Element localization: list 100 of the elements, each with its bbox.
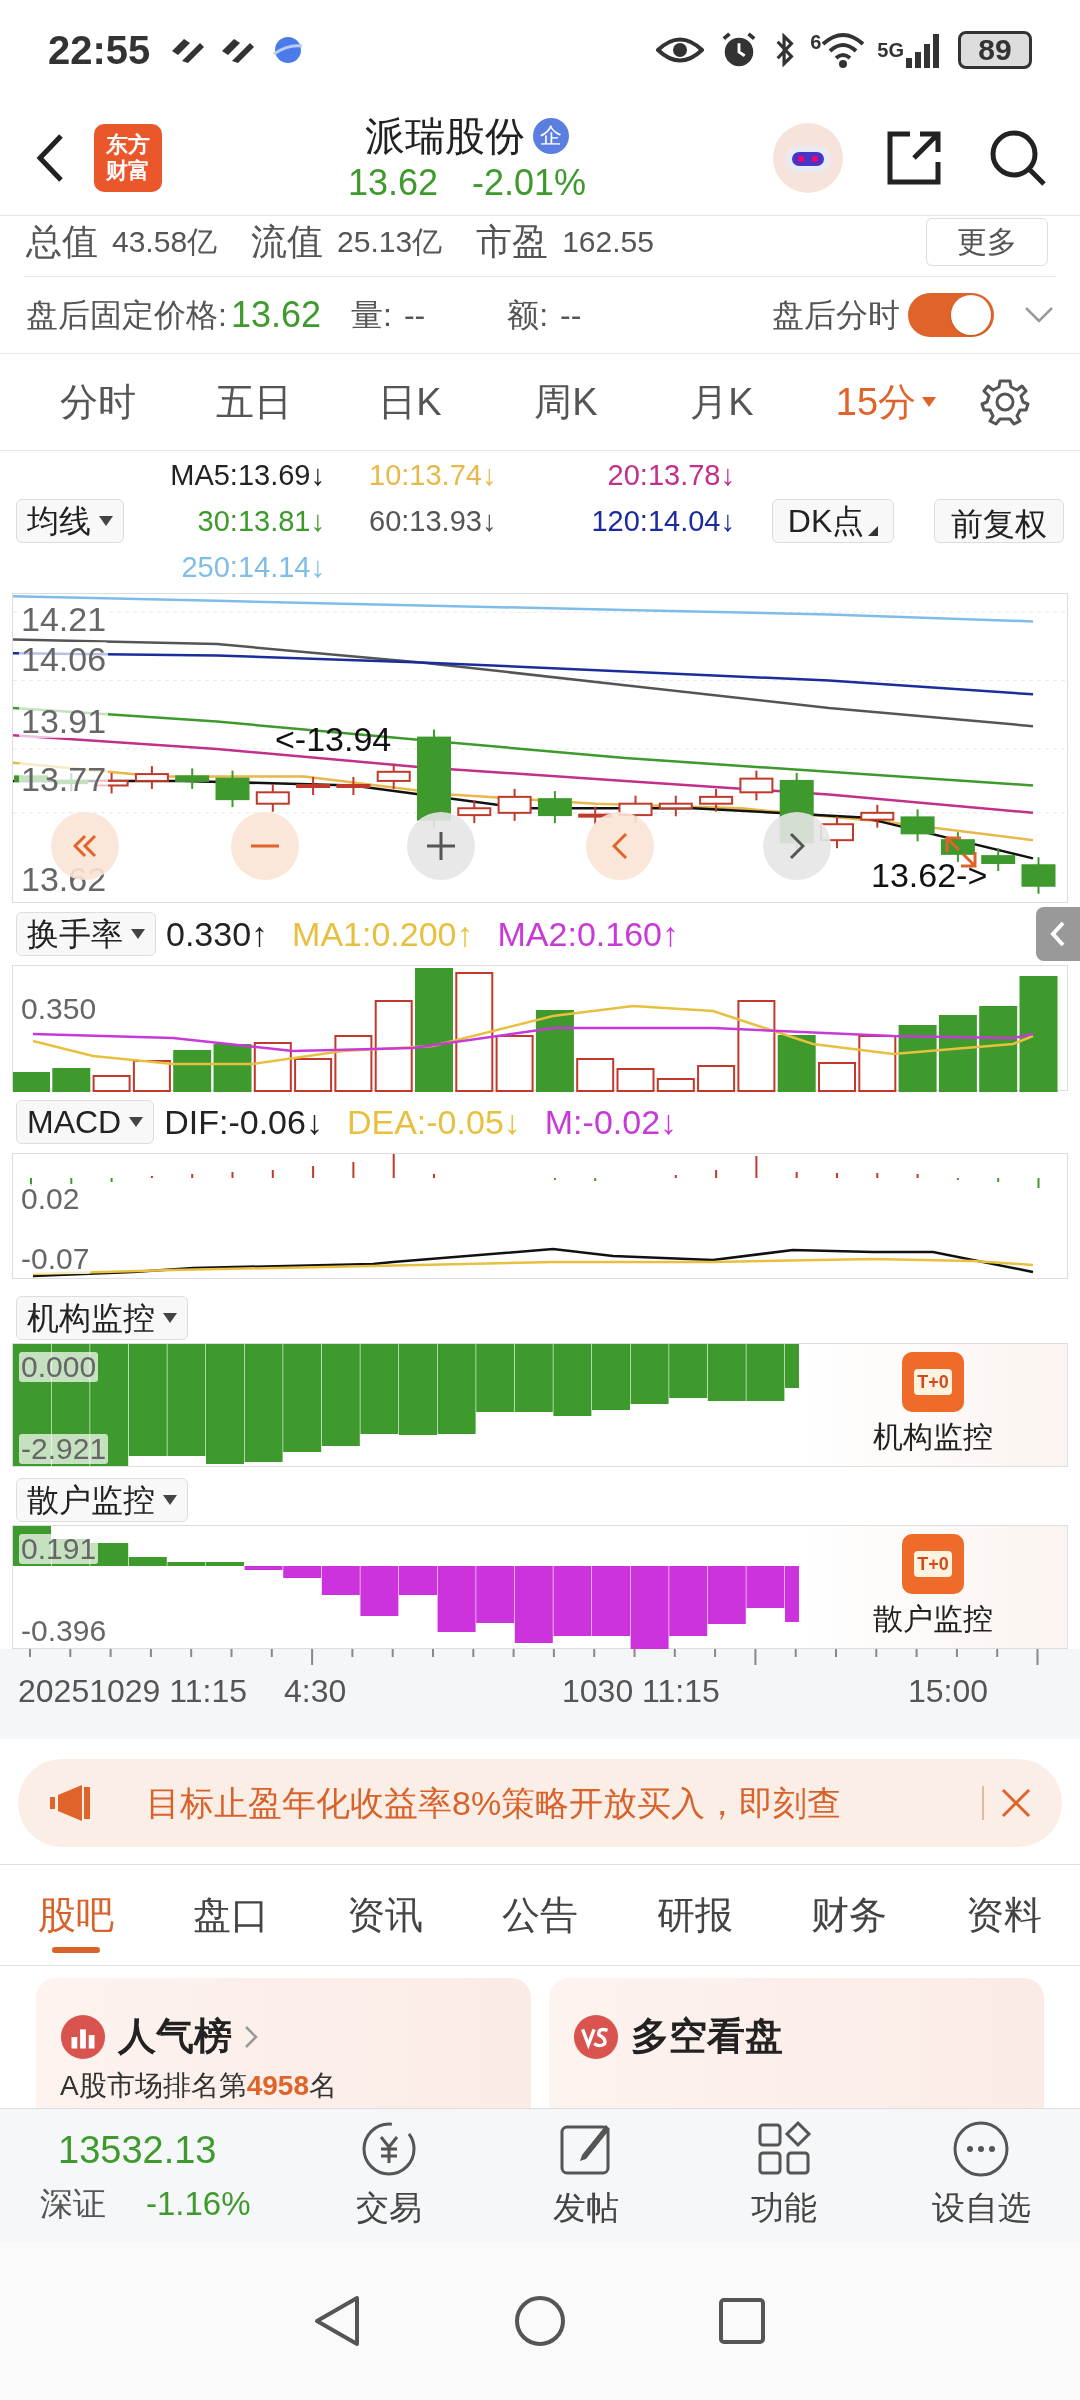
turnover-bar [253, 1042, 292, 1092]
ma-value: 120:14.04↓ [591, 504, 735, 539]
indicator-selector[interactable]: 散户监控 [16, 1478, 188, 1522]
last-price-marker: 13.62-> [871, 858, 988, 892]
metric-value: 25.13亿 [337, 224, 443, 260]
after-hours-toggle[interactable] [908, 293, 994, 337]
dropdown-caret-icon [99, 516, 113, 526]
network-label: 5G [877, 40, 904, 60]
candlestick [900, 808, 935, 843]
macd-bar [70, 1177, 73, 1185]
period-tab[interactable]: 分时 [20, 362, 176, 442]
dropdown-caret-icon [163, 1495, 177, 1505]
candlestick [376, 762, 411, 790]
chevron-right-icon [244, 2024, 258, 2049]
ma-value: 10:13.74↓ [369, 458, 497, 493]
dropdown-caret-icon [131, 929, 145, 939]
candlestick [739, 769, 774, 802]
badge-text: T+0 [914, 1368, 952, 1395]
candlestick [175, 767, 210, 790]
macd-bar [110, 1177, 113, 1183]
info-card[interactable]: 多空看盘 [549, 1978, 1044, 2108]
macd-bar [916, 1173, 919, 1179]
indicator-selector[interactable]: MACD [16, 1100, 155, 1144]
close-icon[interactable] [1000, 1787, 1032, 1819]
collapse-handle[interactable] [1036, 907, 1080, 961]
turnover-bar [13, 1072, 50, 1092]
flow-bar [630, 1344, 669, 1404]
section-tab[interactable]: 盘口 [192, 1865, 269, 1965]
flow-bar [592, 1344, 630, 1410]
flow-bar [592, 1566, 630, 1636]
eye-icon [656, 35, 705, 65]
turnover-bar [52, 1068, 91, 1092]
section-tab[interactable]: 资料 [965, 1865, 1042, 1965]
more-button[interactable]: 更多 [926, 218, 1048, 266]
flow-bar [707, 1566, 746, 1624]
price-adjust-button[interactable]: 前复权 [934, 499, 1064, 543]
field-label: 盘后固定价格: [26, 296, 227, 335]
logo-text: 东方 [106, 131, 150, 158]
flow-bar [553, 1344, 592, 1416]
card-title: 多空看盘 [631, 2014, 783, 2059]
macd-bar [1037, 1177, 1040, 1189]
ma-value: 60:13.93↓ [369, 504, 497, 539]
period-tab[interactable]: 五日 [176, 362, 332, 442]
period-tab[interactable]: 月K [644, 362, 800, 442]
macd-bar [594, 1177, 597, 1182]
section-tab[interactable]: 资讯 [347, 1865, 424, 1965]
section-tab[interactable]: 股吧 [38, 1865, 114, 1965]
turnover-bar [818, 1062, 856, 1092]
macd-bar [674, 1174, 677, 1179]
indicator-selector[interactable]: 均线 [16, 499, 124, 543]
macd-bar [715, 1169, 718, 1179]
axis-label: 0.000 [19, 1352, 99, 1382]
info-card[interactable]: 人气榜 A股市场排名第4958名 [36, 1978, 531, 2108]
toolbar-action[interactable]: 发帖 [487, 2118, 685, 2233]
section-tab[interactable]: 公告 [501, 1865, 578, 1965]
candlestick [296, 776, 331, 796]
period-tab[interactable]: 日K [332, 362, 488, 442]
index-value: 13532.13 [57, 2128, 218, 2174]
chevron-down-icon[interactable] [1024, 305, 1054, 325]
macd-bar [876, 1172, 879, 1179]
settings-icon[interactable] [980, 377, 1030, 427]
ma-value: MA5:13.69↓ [170, 458, 325, 493]
versus-icon [573, 2013, 619, 2060]
period-tab[interactable]: 周K [488, 362, 644, 442]
chevron-left-icon [612, 832, 628, 860]
section-tab[interactable]: 财务 [811, 1865, 888, 1965]
macd-bar [392, 1154, 395, 1179]
toolbar-action[interactable]: 交易 [290, 2118, 488, 2233]
field-value: -- [560, 296, 582, 335]
macd-bar [352, 1161, 355, 1179]
turnover-bar [213, 1044, 252, 1092]
robot-avatar[interactable] [772, 121, 844, 194]
indicator-selector[interactable]: 机构监控 [16, 1296, 188, 1340]
axis-label: 13.91 [19, 704, 109, 738]
chevron-right-icon [789, 832, 805, 860]
candlestick [134, 765, 169, 790]
period-tab[interactable]: 15分 [800, 362, 972, 442]
toolbar-action[interactable]: 设自选 [882, 2118, 1080, 2233]
wifi-label: 6 [810, 32, 822, 52]
candlestick [699, 787, 734, 813]
recents-nav-icon[interactable] [717, 2296, 767, 2346]
ranking-text: A股市场排名第4958名 [60, 2069, 338, 2103]
indicator-value: DEA:-0.05↓ [346, 1101, 521, 1143]
dk-point-button[interactable]: DK点 [772, 499, 894, 543]
logo-text: 财富 [106, 157, 150, 184]
turnover-bar [173, 1050, 212, 1092]
macd-bar [231, 1171, 234, 1179]
field-value: -- [403, 296, 426, 335]
indicator-selector[interactable]: 换手率 [16, 912, 156, 956]
section-tab[interactable]: 研报 [656, 1865, 733, 1965]
home-nav-icon[interactable] [513, 2294, 567, 2348]
turnover-bar [576, 1058, 615, 1092]
indicator-value: DIF:-0.06↓ [164, 1101, 323, 1143]
candlestick [940, 831, 975, 863]
flow-bar [476, 1566, 515, 1623]
toolbar-action[interactable]: 功能 [685, 2118, 883, 2233]
macd-bar [150, 1175, 153, 1179]
double-chevron-left-icon [73, 834, 97, 858]
toggle-label: 盘后分时 [772, 296, 900, 335]
time-label: 1030 11:15 [562, 1675, 720, 1707]
